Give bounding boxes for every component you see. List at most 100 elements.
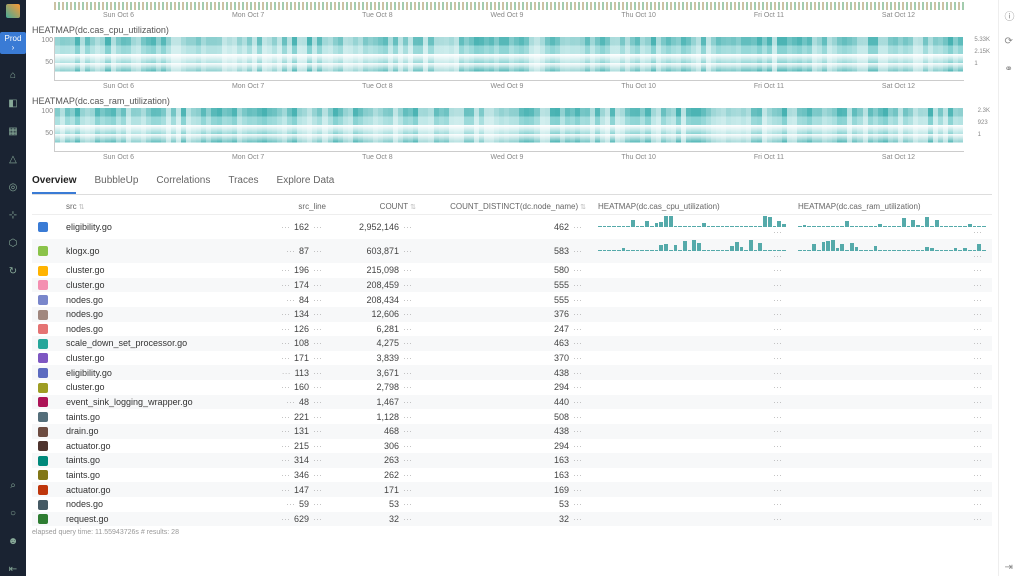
ellipsis-icon[interactable]: ··· (769, 441, 786, 451)
history-icon[interactable]: ↻ (6, 264, 20, 278)
ellipsis-icon[interactable]: ··· (769, 338, 786, 348)
tab-explore-data[interactable]: Explore Data (277, 171, 335, 194)
ellipsis-icon[interactable]: ··· (969, 309, 986, 319)
ellipsis-icon[interactable]: ··· (569, 353, 586, 363)
ellipsis-icon[interactable]: ··· (277, 324, 294, 334)
expand-icon[interactable]: ⇥ (1005, 562, 1019, 576)
tab-correlations[interactable]: Correlations (156, 171, 210, 194)
ellipsis-icon[interactable]: ··· (569, 397, 586, 407)
ellipsis-icon[interactable]: ··· (969, 499, 986, 509)
sort-icon[interactable]: ⇅ (580, 204, 586, 211)
ellipsis-icon[interactable]: ··· (277, 309, 294, 319)
table-row[interactable]: drain.go···131···468···438········· (32, 424, 992, 439)
col-heat-ram[interactable]: HEATMAP(dc.cas_ram_utilization) (792, 199, 992, 215)
ellipsis-icon[interactable]: ··· (309, 441, 326, 451)
ellipsis-icon[interactable]: ··· (969, 441, 986, 451)
avatar-icon[interactable]: ☻ (6, 534, 20, 548)
col-distinct[interactable]: COUNT_DISTINCT(dc.node_name)⇅ (422, 199, 592, 215)
ellipsis-icon[interactable]: ··· (277, 426, 294, 436)
ellipsis-icon[interactable]: ··· (277, 485, 294, 495)
ellipsis-icon[interactable]: ··· (309, 353, 326, 363)
col-src[interactable]: src⇅ (60, 199, 262, 215)
ellipsis-icon[interactable]: ··· (399, 222, 416, 232)
ellipsis-icon[interactable]: ··· (969, 426, 986, 436)
ellipsis-icon[interactable]: ··· (277, 280, 294, 290)
ellipsis-icon[interactable]: ··· (277, 265, 294, 275)
ellipsis-icon[interactable]: ··· (569, 338, 586, 348)
ellipsis-icon[interactable]: ··· (569, 265, 586, 275)
datasets-icon[interactable]: ⬡ (6, 236, 20, 250)
ellipsis-icon[interactable]: ··· (399, 295, 416, 305)
ellipsis-icon[interactable]: ··· (309, 412, 326, 422)
table-row[interactable]: eligibility.go···113···3,671···438······… (32, 365, 992, 380)
ellipsis-icon[interactable]: ··· (569, 426, 586, 436)
triggers-icon[interactable]: △ (6, 152, 20, 166)
ellipsis-icon[interactable]: ··· (769, 470, 786, 480)
ellipsis-icon[interactable]: ··· (969, 470, 986, 480)
ellipsis-icon[interactable]: ··· (399, 441, 416, 451)
ellipsis-icon[interactable]: ··· (569, 455, 586, 465)
ellipsis-icon[interactable]: ··· (969, 265, 986, 275)
ellipsis-icon[interactable]: ··· (399, 470, 416, 480)
activity-icon[interactable]: ⟳ (1005, 36, 1019, 50)
ellipsis-icon[interactable]: ··· (569, 280, 586, 290)
tab-bubbleup[interactable]: BubbleUp (94, 171, 138, 194)
ellipsis-icon[interactable]: ··· (282, 397, 299, 407)
col-count[interactable]: COUNT⇅ (332, 199, 422, 215)
ellipsis-icon[interactable]: ··· (309, 485, 326, 495)
logo-icon[interactable] (6, 4, 20, 18)
ellipsis-icon[interactable]: ··· (969, 251, 986, 261)
ellipsis-icon[interactable]: ··· (282, 295, 299, 305)
table-row[interactable]: taints.go···221···1,128···508········· (32, 409, 992, 424)
ellipsis-icon[interactable]: ··· (309, 499, 326, 509)
table-row[interactable]: request.go···629···32···32········· (32, 512, 992, 527)
ellipsis-icon[interactable]: ··· (969, 280, 986, 290)
ellipsis-icon[interactable]: ··· (569, 485, 586, 495)
ellipsis-icon[interactable]: ··· (569, 499, 586, 509)
ellipsis-icon[interactable]: ··· (399, 368, 416, 378)
ellipsis-icon[interactable]: ··· (277, 441, 294, 451)
ellipsis-icon[interactable]: ··· (278, 368, 295, 378)
table-row[interactable]: klogx.go···87···603,871···583········· (32, 239, 992, 263)
table-row[interactable]: nodes.go···84···208,434···555········· (32, 292, 992, 307)
ellipsis-icon[interactable]: ··· (769, 324, 786, 334)
ellipsis-icon[interactable]: ··· (769, 412, 786, 422)
ellipsis-icon[interactable]: ··· (769, 251, 786, 261)
ellipsis-icon[interactable]: ··· (569, 412, 586, 422)
env-selector[interactable]: Prod › (0, 32, 26, 54)
table-row[interactable]: actuator.go···147···171···169········· (32, 482, 992, 497)
ellipsis-icon[interactable]: ··· (969, 338, 986, 348)
table-row[interactable]: taints.go···346···262···163········· (32, 468, 992, 483)
ellipsis-icon[interactable]: ··· (309, 295, 326, 305)
table-row[interactable]: cluster.go···171···3,839···370········· (32, 351, 992, 366)
slos-icon[interactable]: ◎ (6, 180, 20, 194)
ellipsis-icon[interactable]: ··· (282, 246, 299, 256)
ellipsis-icon[interactable]: ··· (277, 353, 294, 363)
ellipsis-icon[interactable]: ··· (277, 382, 294, 392)
ellipsis-icon[interactable]: ··· (969, 412, 986, 422)
ellipsis-icon[interactable]: ··· (309, 309, 326, 319)
ellipsis-icon[interactable]: ··· (769, 295, 786, 305)
ellipsis-icon[interactable]: ··· (399, 309, 416, 319)
ellipsis-icon[interactable]: ··· (569, 324, 586, 334)
ellipsis-icon[interactable]: ··· (969, 514, 986, 524)
ellipsis-icon[interactable]: ··· (769, 265, 786, 275)
ellipsis-icon[interactable]: ··· (309, 338, 326, 348)
table-row[interactable]: eligibility.go···162···2,952,146···462··… (32, 215, 992, 240)
cpu-chart-area[interactable]: 10050 5.33K2.15K1 (54, 37, 964, 81)
ellipsis-icon[interactable]: ··· (309, 324, 326, 334)
table-row[interactable]: cluster.go···174···208,459···555········… (32, 278, 992, 293)
col-heat-cpu[interactable]: HEATMAP(dc.cas_cpu_utilization) (592, 199, 792, 215)
ellipsis-icon[interactable]: ··· (769, 514, 786, 524)
ellipsis-icon[interactable]: ··· (309, 222, 326, 232)
ellipsis-icon[interactable]: ··· (769, 227, 786, 237)
table-row[interactable]: event_sink_logging_wrapper.go···48···1,4… (32, 395, 992, 410)
ellipsis-icon[interactable]: ··· (769, 353, 786, 363)
boards-icon[interactable]: ▦ (6, 124, 20, 138)
ellipsis-icon[interactable]: ··· (277, 222, 294, 232)
ellipsis-icon[interactable]: ··· (309, 265, 326, 275)
ellipsis-icon[interactable]: ··· (969, 324, 986, 334)
ellipsis-icon[interactable]: ··· (769, 485, 786, 495)
ellipsis-icon[interactable]: ··· (277, 455, 294, 465)
ellipsis-icon[interactable]: ··· (309, 246, 326, 256)
